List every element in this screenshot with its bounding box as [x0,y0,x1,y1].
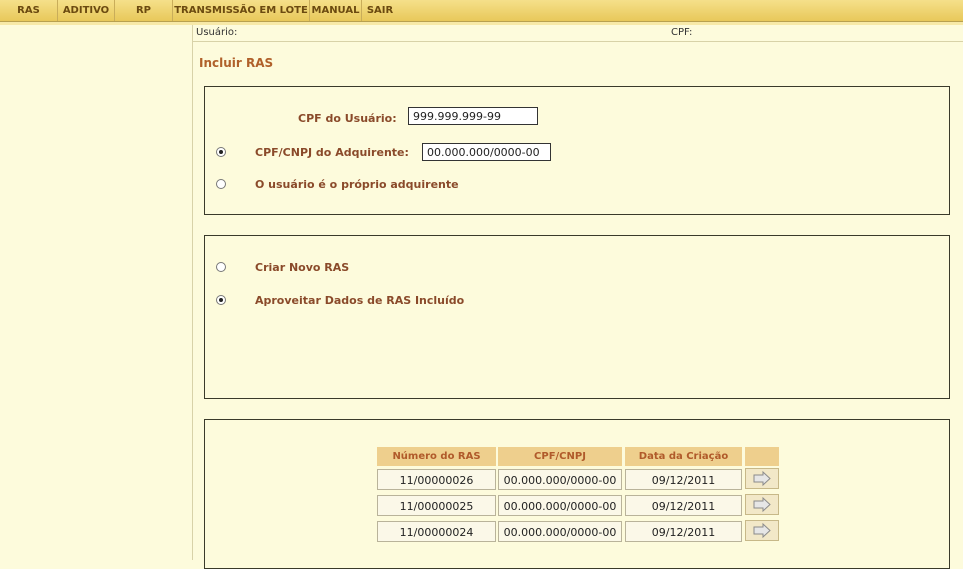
arrow-right-icon [753,470,771,487]
left-sidebar [0,25,193,560]
menu-item-aditivo[interactable]: ADITIVO [58,0,115,21]
cpf-cnpj-adquirente-label: CPF/CNPJ do Adquirente: [255,146,409,159]
table-cell-numero: 11/00000024 [377,521,496,542]
table-header-action [745,447,779,466]
table-cell-cpf-cnpj: 00.000.000/0000-00 [498,521,622,542]
select-ras-button[interactable] [745,520,779,541]
cpf-usuario-field[interactable] [408,107,538,125]
table-header-cpf-cnpj: CPF/CNPJ [498,447,622,466]
top-menu-bar: RAS ADITIVO RP TRANSMISSÃO EM LOTE MANUA… [0,0,963,22]
table-cell-numero: 11/00000026 [377,469,496,490]
usuario-label: Usuário: [196,27,238,38]
cpf-cnpj-adquirente-field[interactable] [422,143,551,161]
table-cell-cpf-cnpj: 00.000.000/0000-00 [498,469,622,490]
criar-novo-ras-label: Criar Novo RAS [255,261,350,274]
criar-novo-ras-radio[interactable] [216,262,226,272]
table-cell-numero: 11/00000025 [377,495,496,516]
menu-item-ras[interactable]: RAS [0,0,58,21]
menu-item-manual[interactable]: MANUAL [310,0,362,21]
select-ras-button[interactable] [745,468,779,489]
table-cell-data: 09/12/2011 [625,521,742,542]
table-header-data: Data da Criação [625,447,742,466]
table-cell-data: 09/12/2011 [625,469,742,490]
proprio-adquirente-label: O usuário é o próprio adquirente [255,178,459,191]
menu-item-rp[interactable]: RP [115,0,173,21]
select-ras-button[interactable] [745,494,779,515]
user-info-bar: Usuário: CPF: [193,25,963,42]
ras-table-box [204,419,950,569]
aproveitar-dados-label: Aproveitar Dados de RAS Incluído [255,294,465,307]
table-cell-cpf-cnpj: 00.000.000/0000-00 [498,495,622,516]
menu-item-sair[interactable]: SAIR [362,0,398,21]
cpf-label: CPF: [671,27,693,38]
page-title: Incluir RAS [199,56,274,70]
menu-item-transmissao-em-lote[interactable]: TRANSMISSÃO EM LOTE [173,0,310,21]
arrow-right-icon [753,522,771,539]
table-cell-data: 09/12/2011 [625,495,742,516]
arrow-right-icon [753,496,771,513]
ras-options-box [204,235,950,399]
table-header-numero: Número do RAS [377,447,496,466]
cpf-usuario-label: CPF do Usuário: [298,112,397,125]
proprio-adquirente-radio[interactable] [216,179,226,189]
adquirente-cpf-cnpj-radio[interactable] [216,147,226,157]
aproveitar-dados-radio[interactable] [216,295,226,305]
